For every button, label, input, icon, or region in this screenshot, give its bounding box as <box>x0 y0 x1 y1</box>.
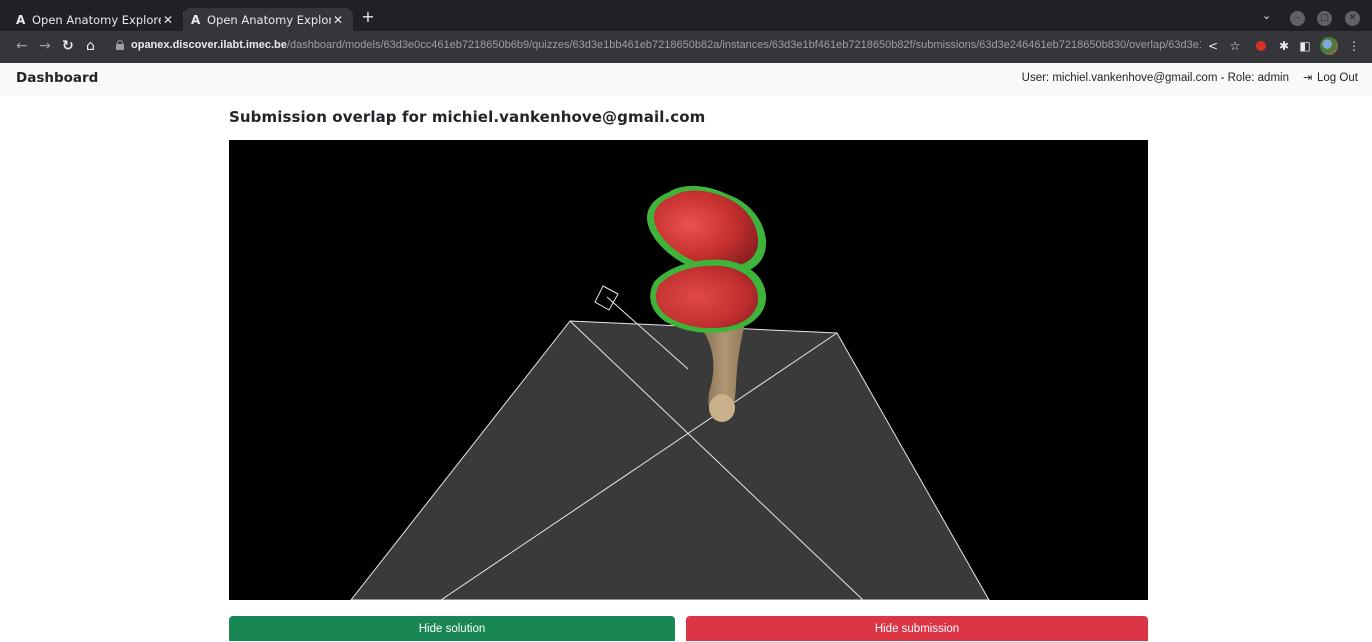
bone-end <box>709 394 735 422</box>
browser-toolbar: ← → ↻ ⌂ opanex.discover.ilabt.imec.be/da… <box>0 31 1372 63</box>
minimize-icon[interactable]: – <box>1290 11 1305 26</box>
navbar-brand[interactable]: Dashboard <box>16 70 98 86</box>
logout-link[interactable]: ⇥ Log Out <box>1303 71 1358 85</box>
browser-menu-icon[interactable]: ⋮ <box>1347 39 1361 53</box>
side-panel-icon[interactable]: ◧ <box>1298 39 1312 53</box>
app-navbar: Dashboard User: michiel.vankenhove@gmail… <box>0 63 1372 95</box>
tab-close-icon[interactable]: ✕ <box>331 13 345 27</box>
logout-icon: ⇥ <box>1303 72 1313 84</box>
url-host: opanex.discover.ilabt.imec.be <box>131 39 287 51</box>
3d-viewer-canvas[interactable] <box>229 140 1148 600</box>
app-favicon-icon: A <box>16 12 26 27</box>
tab-title: Open Anatomy Explorer <box>207 12 331 27</box>
address-bar[interactable]: opanex.discover.ilabt.imec.be/dashboard/… <box>131 39 1201 51</box>
browser-tab-1[interactable]: A Open Anatomy Explorer ✕ <box>8 8 183 31</box>
back-icon[interactable]: ← <box>16 38 28 54</box>
user-info: User: michiel.vankenhove@gmail.com - Rol… <box>1021 72 1289 84</box>
forward-icon[interactable]: → <box>39 38 51 54</box>
bookmark-star-icon[interactable]: ☆ <box>1228 39 1242 53</box>
reload-icon[interactable]: ↻ <box>62 38 74 54</box>
tab-search-icon[interactable]: ⌄ <box>1262 9 1271 22</box>
camera-gizmo <box>594 285 619 311</box>
tab-title: Open Anatomy Explorer <box>32 12 161 27</box>
hide-solution-button[interactable]: Hide solution <box>229 616 675 641</box>
close-window-icon[interactable]: ✕ <box>1345 11 1360 26</box>
extension-icon[interactable] <box>1256 41 1266 51</box>
profile-avatar[interactable] <box>1320 37 1338 55</box>
3d-scene <box>350 185 990 600</box>
floor-plane <box>350 320 990 600</box>
lock-icon[interactable] <box>116 40 124 50</box>
share-icon[interactable]: < <box>1206 39 1220 53</box>
url-path: /dashboard/models/63d3e0cc461eb7218650b6… <box>286 39 1201 51</box>
logout-label: Log Out <box>1317 71 1358 84</box>
home-icon[interactable]: ⌂ <box>86 38 95 54</box>
tab-close-icon[interactable]: ✕ <box>161 13 175 27</box>
maximize-icon[interactable]: ▢ <box>1317 11 1332 26</box>
hide-submission-button[interactable]: Hide submission <box>686 616 1148 641</box>
browser-tab-strip: A Open Anatomy Explorer ✕ A Open Anatomy… <box>0 0 1372 31</box>
browser-tab-2-active[interactable]: A Open Anatomy Explorer ✕ <box>183 8 353 31</box>
app-favicon-icon: A <box>191 12 201 27</box>
extensions-puzzle-icon[interactable]: ✱ <box>1277 39 1291 53</box>
new-tab-button[interactable]: + <box>360 9 376 27</box>
page-title: Submission overlap for michiel.vankenhov… <box>229 108 706 126</box>
